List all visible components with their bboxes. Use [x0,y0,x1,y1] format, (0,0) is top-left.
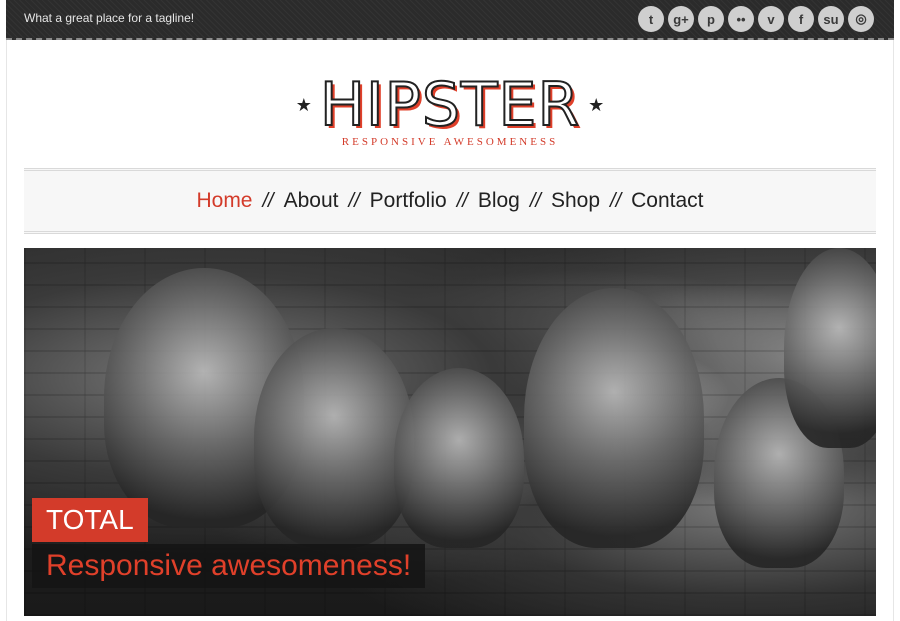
logo-title: HIPSTER [319,70,581,140]
nav-item-contact[interactable]: Contact [623,189,711,213]
top-bar: What a great place for a tagline! t g+ p… [6,0,894,40]
nav-item-about[interactable]: About [276,189,347,213]
twitter-icon[interactable]: t [638,6,664,32]
google-plus-icon[interactable]: g+ [668,6,694,32]
star-icon: ★ [295,94,312,115]
tagline: What a great place for a tagline! [24,11,195,25]
hero-figure [394,368,524,548]
nav-item-home[interactable]: Home [188,189,260,213]
hero-figure [254,328,414,548]
nav-separator: // [348,189,360,212]
nav-separator: // [262,189,274,212]
flickr-icon[interactable]: •• [728,6,754,32]
social-links: t g+ p •• v f su ◎ [638,6,874,32]
nav-separator: // [529,189,541,212]
site-logo[interactable]: ★ HIPSTER ★ RESPONSIVE AWESOMENESS [290,70,610,154]
nav-separator: // [610,189,622,212]
nav-item-shop[interactable]: Shop [543,189,608,213]
pinterest-icon[interactable]: p [698,6,724,32]
main-nav: Home // About // Portfolio // Blog // Sh… [24,168,876,234]
facebook-icon[interactable]: f [788,6,814,32]
hero-caption-title: TOTAL [32,498,148,542]
dribbble-icon[interactable]: ◎ [848,6,874,32]
hero-caption-subtitle: Responsive awesomeness! [32,544,426,588]
stumbleupon-icon[interactable]: su [818,6,844,32]
nav-item-blog[interactable]: Blog [470,189,528,213]
hero-figure [524,288,704,548]
nav-separator: // [456,189,468,212]
star-icon: ★ [588,94,605,115]
vimeo-icon[interactable]: v [758,6,784,32]
nav-item-portfolio[interactable]: Portfolio [362,189,455,213]
